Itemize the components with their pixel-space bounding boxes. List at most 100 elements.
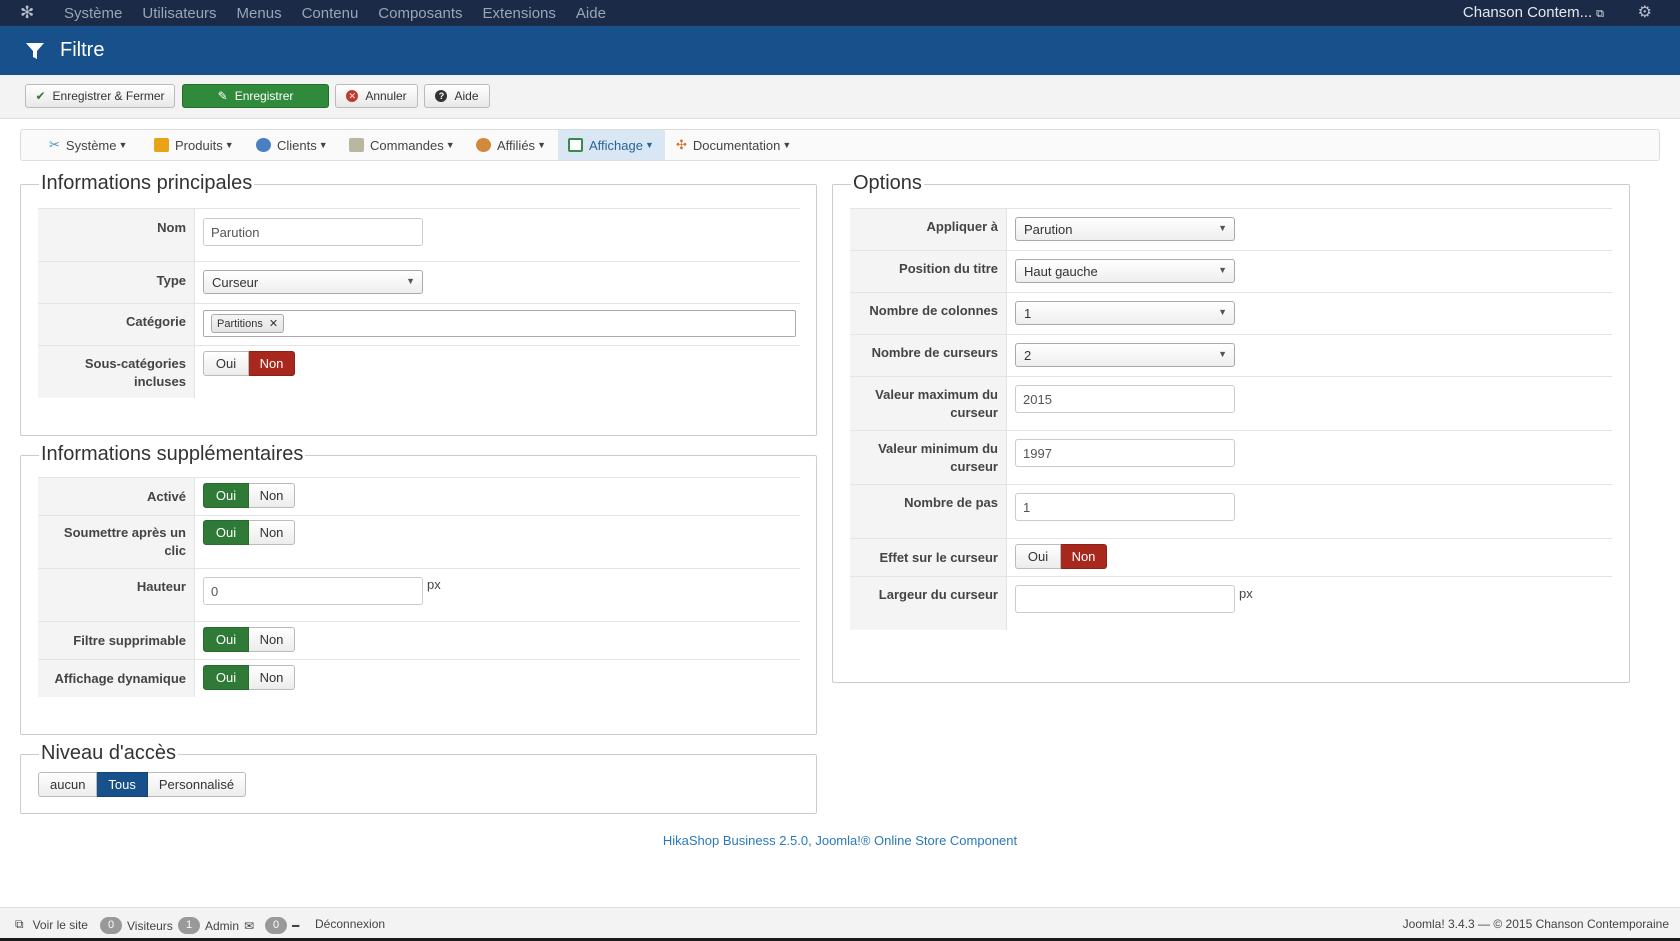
label-cell: Affichage dynamique (38, 660, 195, 697)
check-icon: ✔ (35, 89, 46, 103)
dropdown-arrow-icon: ▼ (1218, 223, 1227, 233)
submit-non-button[interactable]: Non (249, 520, 295, 545)
joomla-logo-icon[interactable]: ✻ (20, 3, 50, 23)
sous-categories-oui-button[interactable]: Oui (203, 351, 249, 376)
steps-label: Nombre de pas (904, 495, 998, 510)
submenu-item-clients[interactable]: Clients ▼ (256, 130, 328, 160)
save-button[interactable]: ✎ Enregistrer (182, 84, 329, 108)
active-non-button[interactable]: Non (249, 483, 295, 508)
logout-link[interactable]: Déconnexion (315, 917, 385, 931)
label-cell: Appliquer à (850, 209, 1007, 250)
deletable-non-button[interactable]: Non (249, 627, 295, 652)
dropdown-arrow-icon: ▼ (1218, 307, 1227, 317)
label-cell: Filtre supprimable (38, 622, 195, 659)
affiliates-icon (476, 138, 491, 152)
form-row-effect: Effet sur le curseur Oui Non (850, 538, 1612, 576)
submenu-item-systeme[interactable]: ✂ Système ▼ (49, 130, 127, 160)
view-site-link[interactable]: ⧉ Voir le site (15, 917, 88, 932)
help-label: Aide (454, 89, 479, 103)
label-cell: Type (38, 262, 195, 303)
form-row-max-value: Valeur maximum du curseur (850, 376, 1612, 430)
topnav-menu-composants[interactable]: Composants (378, 5, 462, 22)
options-legend: Options (851, 172, 924, 195)
dropdown-arrow-icon: ▼ (1218, 265, 1227, 275)
topnav-menu-menus[interactable]: Menus (237, 5, 282, 22)
form-row-sous-categories: Sous-catégories incluses Oui Non (38, 345, 800, 398)
min-value-label: Valeur minimum du curseur (878, 441, 998, 474)
dynamic-non-button[interactable]: Non (249, 665, 295, 690)
form-row-deletable: Filtre supprimable Oui Non (38, 621, 800, 659)
external-link-icon: ⧉ (1596, 8, 1604, 20)
extra-info-legend: Informations supplémentaires (39, 443, 306, 466)
dynamic-oui-button[interactable]: Oui (203, 665, 249, 690)
chevron-down-icon: ▼ (224, 140, 234, 150)
submenu-item-affichage[interactable]: Affichage ▼ (558, 130, 665, 160)
categorie-tag-input[interactable]: Partitions ✕ (203, 310, 796, 337)
extra-info-panel: Informations supplémentaires Activé Oui … (20, 443, 817, 735)
title-position-select[interactable]: Haut gauche ▼ (1015, 259, 1235, 283)
submenu-item-produits[interactable]: Produits ▼ (154, 130, 234, 160)
width-input[interactable] (1015, 585, 1235, 613)
gear-icon[interactable]: ⚙ (1638, 2, 1652, 22)
label-cell: Soumettre après un clic (38, 516, 195, 568)
envelope-icon: ✉ (244, 918, 255, 933)
active-oui-button[interactable]: Oui (203, 483, 249, 508)
access-level-panel: Niveau d'accès aucun Tous Personnalisé (20, 742, 817, 814)
nom-input[interactable] (203, 218, 423, 246)
height-input[interactable] (203, 577, 423, 605)
columns-select[interactable]: 1 ▼ (1015, 301, 1235, 325)
edit-icon: ✎ (217, 89, 228, 103)
label-cell: Nombre de pas (850, 485, 1007, 538)
label-cell: Catégorie (38, 304, 195, 345)
page-header: Filtre (0, 26, 1680, 75)
title-position-label: Position du titre (899, 261, 998, 276)
type-select[interactable]: Curseur ▼ (203, 270, 423, 294)
users-icon (256, 138, 271, 152)
chevron-down-icon: ▼ (445, 140, 455, 150)
apply-select[interactable]: Parution ▼ (1015, 217, 1235, 241)
topnav-menu-contenu[interactable]: Contenu (302, 5, 359, 22)
topnav-menu-utilisateurs[interactable]: Utilisateurs (142, 5, 216, 22)
effect-label: Effet sur le curseur (879, 550, 999, 565)
submenu-label-systeme: Système (65, 137, 117, 153)
sous-categories-label: Sous-catégories incluses (84, 356, 186, 389)
submenu-label-affilies: Affiliés (497, 137, 536, 153)
footer-credit-link[interactable]: HikaShop Business 2.5.0, Joomla!® Online… (0, 833, 1680, 848)
submenu-item-affilies[interactable]: Affiliés ▼ (476, 130, 546, 160)
cursors-select[interactable]: 2 ▼ (1015, 343, 1235, 367)
deletable-oui-button[interactable]: Oui (203, 627, 249, 652)
submit-oui-button[interactable]: Oui (203, 520, 249, 545)
access-level-legend: Niveau d'accès (39, 742, 178, 765)
form-row-active: Activé Oui Non (38, 477, 800, 515)
save-label: Enregistrer (234, 89, 294, 103)
topnav-menu-extensions[interactable]: Extensions (483, 5, 556, 22)
tools-icon: ✂ (49, 137, 60, 152)
form-row-height: Hauteur px (38, 568, 800, 621)
help-button[interactable]: ? Aide (424, 84, 490, 108)
messages-indicator[interactable]: 0 ━ (265, 917, 299, 934)
site-title-link[interactable]: Chanson Contem... ⧉ (1463, 4, 1604, 21)
nom-label: Nom (157, 220, 186, 235)
topnav-menu-systeme[interactable]: Système (64, 5, 122, 22)
orders-icon (349, 138, 364, 152)
save-close-button[interactable]: ✔ Enregistrer & Fermer (25, 84, 175, 108)
sous-categories-non-button[interactable]: Non (249, 351, 295, 376)
steps-input[interactable] (1015, 493, 1235, 521)
chevron-down-icon: ▼ (537, 140, 546, 150)
topnav-menu-aide[interactable]: Aide (576, 5, 606, 22)
cancel-button[interactable]: ✕ Annuler (335, 84, 418, 108)
effect-oui-button[interactable]: Oui (1015, 544, 1061, 569)
hikashop-submenu: ✂ Système ▼ Produits ▼ Clients ▼ Command… (20, 129, 1660, 161)
remove-tag-icon[interactable]: ✕ (269, 318, 278, 330)
chevron-down-icon: ▼ (782, 140, 792, 150)
max-value-input[interactable] (1015, 385, 1235, 413)
effect-non-button[interactable]: Non (1061, 544, 1107, 569)
access-option-tous[interactable]: Tous (97, 772, 148, 797)
options-panel: Options Appliquer à Parution ▼ Position … (832, 172, 1630, 683)
min-value-input[interactable] (1015, 439, 1235, 467)
submenu-item-commandes[interactable]: Commandes ▼ (349, 130, 455, 160)
access-option-aucun[interactable]: aucun (38, 772, 98, 797)
submenu-item-documentation[interactable]: ✣ Documentation ▼ (676, 130, 791, 160)
access-option-personnalise[interactable]: Personnalisé (147, 772, 247, 797)
submit-label: Soumettre après un clic (63, 525, 186, 558)
